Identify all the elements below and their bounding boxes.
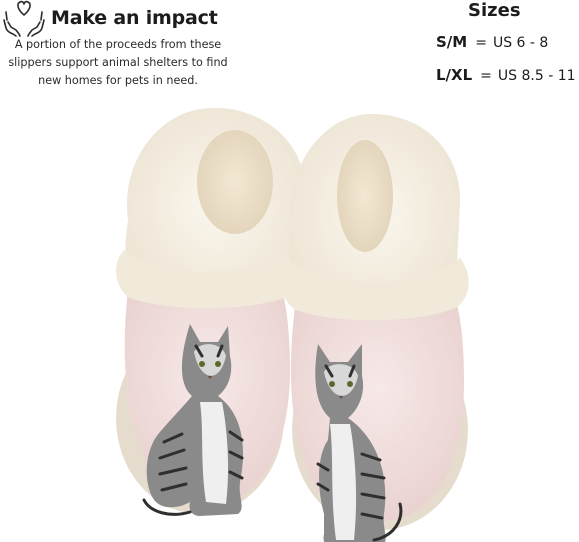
right-slipper — [279, 114, 469, 542]
sizes-title: Sizes — [468, 0, 521, 21]
size-value: US 6 - 8 — [492, 35, 549, 51]
impact-section: Make an impact A portion of the proceeds… — [0, 0, 240, 110]
size-label: L/XL — [436, 66, 473, 84]
size-equals: = — [475, 35, 487, 51]
left-slipper — [116, 107, 306, 516]
size-row-lxl: L/XL = US 8.5 - 11 — [436, 66, 576, 84]
size-label: S/M — [436, 33, 468, 51]
slippers-product-image — [100, 100, 480, 542]
size-row-sm: S/M = US 6 - 8 — [436, 33, 548, 51]
hands-heart-icon — [3, 0, 45, 37]
slippers-illustration — [116, 107, 469, 542]
impact-description: A portion of the proceeds from these sli… — [8, 38, 228, 87]
sizes-section: Sizes S/M = US 6 - 8 L/XL = US 8.5 - 11 — [420, 0, 579, 110]
size-equals: = — [480, 68, 492, 84]
size-value: US 8.5 - 11 — [497, 68, 576, 84]
impact-title: Make an impact — [51, 7, 218, 29]
